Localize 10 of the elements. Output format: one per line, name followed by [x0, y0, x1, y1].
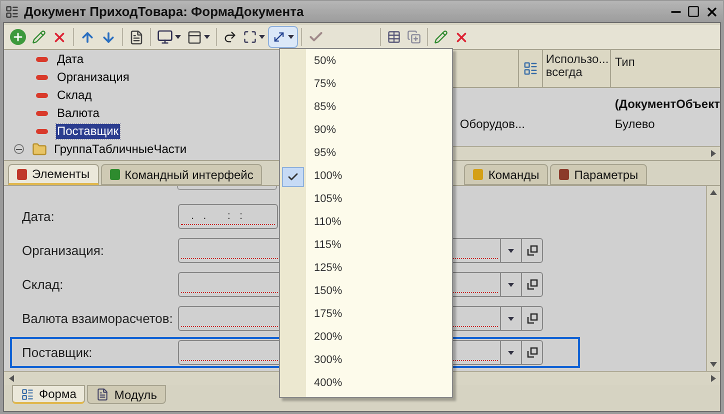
field-label: Склад: [22, 276, 64, 294]
field-label: Поставщик: [22, 344, 94, 362]
table-cell-text: Оборудов... [458, 116, 526, 133]
field-label: Организация: [22, 242, 106, 260]
table-cell-text: (ДокументОбъект [614, 96, 720, 113]
field-label: Валюта взаиморасчетов: [22, 310, 174, 328]
field-value: . . : : [191, 209, 246, 224]
window-title: Документ ПриходТовара: ФормаДокумента [24, 2, 305, 21]
field-label: Дата: [22, 208, 56, 226]
table-cell-text: Булево [614, 116, 655, 133]
